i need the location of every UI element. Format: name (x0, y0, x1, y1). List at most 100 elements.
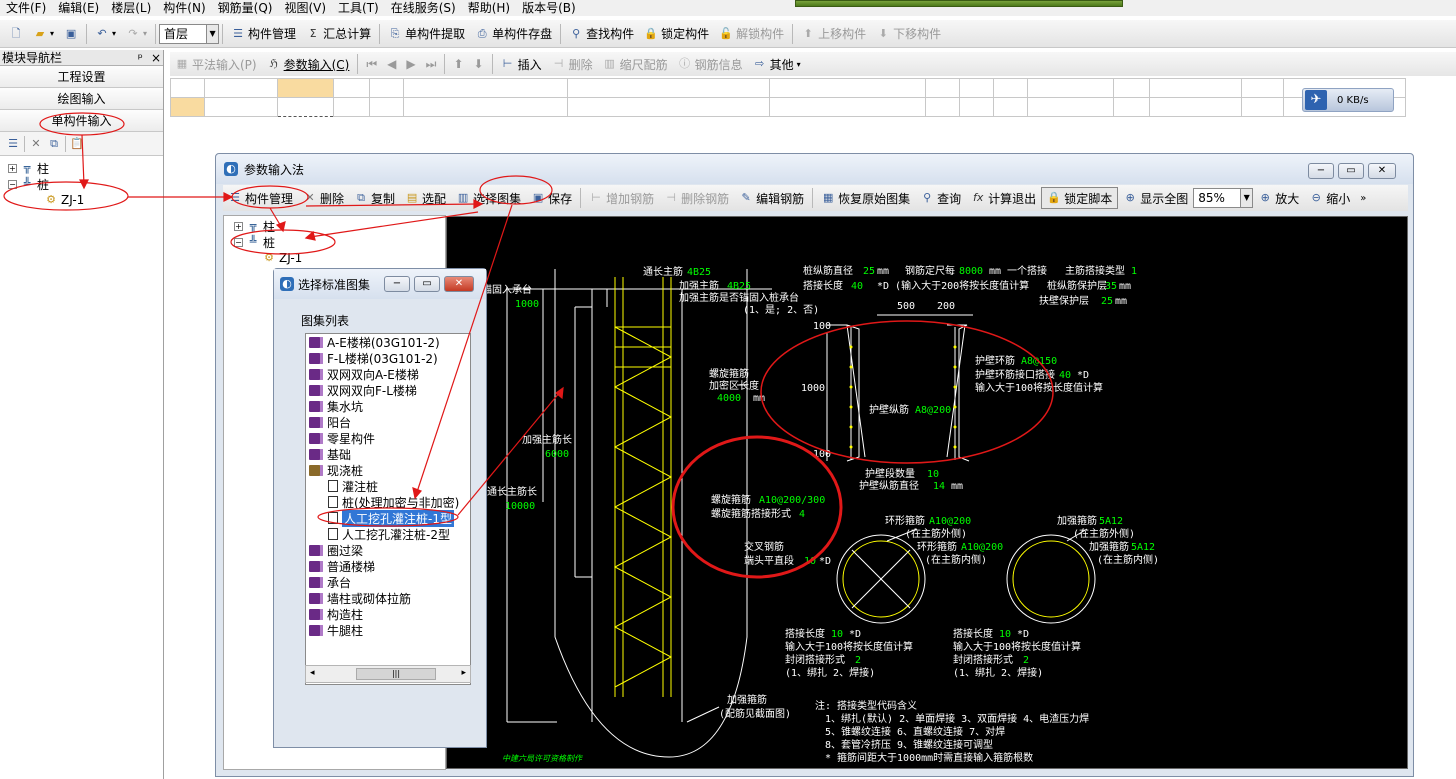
pw-tree-item-zj1[interactable]: ⚙ ZJ-1 (234, 250, 445, 266)
scroll-left-icon[interactable]: ◂ (310, 668, 315, 678)
new-file-button[interactable]: 🗋 (4, 23, 28, 45)
grid-cell[interactable] (769, 97, 926, 117)
atlas-list-item[interactable]: 墙柱或砌体拉筋 (306, 590, 470, 606)
floor-select[interactable]: 首层 ▼ (159, 23, 220, 44)
atlas-list[interactable]: A-E楼梯(03G101-2) F-L楼梯(03G101-2) 双网双向A-E楼梯双… (305, 333, 471, 685)
prev-button[interactable]: ◀ (382, 53, 401, 75)
menu-rebar-qty[interactable]: 钢筋量(Q) (212, 0, 279, 16)
pw-select-match-button[interactable]: ▤ 选配 (400, 187, 451, 209)
list-icon[interactable]: ☰ (6, 137, 20, 151)
grid-cell[interactable] (959, 78, 994, 98)
grid-cell[interactable] (333, 97, 370, 117)
grid-cell[interactable] (1149, 78, 1242, 98)
grid-cell[interactable] (369, 78, 404, 98)
atlas-list-item[interactable]: 牛腿柱 (306, 622, 470, 638)
grid-cell[interactable] (204, 97, 278, 117)
chevron-down-icon[interactable]: ▼ (1240, 189, 1253, 207)
grid-cell[interactable] (170, 97, 205, 117)
atlas-list-item[interactable]: 双网双向F-L楼梯 (306, 382, 470, 398)
network-speed-widget[interactable]: ✈ 0 KB/s (1302, 88, 1394, 112)
grid-cell[interactable] (925, 78, 960, 98)
grid-cell[interactable] (567, 78, 770, 98)
tree-item-pile[interactable]: − ╩ 桩 (8, 176, 163, 192)
last-button[interactable]: ⏭ (421, 53, 442, 75)
open-file-button[interactable]: ▰ ▾ (28, 23, 59, 45)
menu-help[interactable]: 帮助(H) (462, 0, 516, 16)
atlas-list-item[interactable]: 集水坑 (306, 398, 470, 414)
chevron-down-icon[interactable]: ▼ (206, 24, 219, 43)
grid-cell[interactable] (1113, 78, 1150, 98)
atlas-minimize-button[interactable]: − (384, 276, 410, 292)
menu-component[interactable]: 构件(N) (157, 0, 211, 16)
row-down-button[interactable]: ⬇ (469, 53, 489, 75)
menu-online[interactable]: 在线服务(S) (385, 0, 462, 16)
pw-show-all-button[interactable]: ⊕ 显示全图 (1118, 187, 1193, 209)
pw-zoom-in-button[interactable]: ⊕ 放大 (1253, 187, 1304, 209)
lock-component-button[interactable]: 🔒 锁定构件 (639, 23, 714, 45)
grid-cell[interactable] (277, 97, 334, 117)
atlas-list-item[interactable]: 灌注桩 (306, 478, 470, 494)
rebar-info-button[interactable]: ⓘ 钢筋信息 (673, 53, 748, 75)
atlas-list-item[interactable]: 桩(处理加密与非加密) (306, 494, 470, 510)
collapse-icon[interactable]: − (8, 179, 17, 189)
scroll-right-icon[interactable]: ▸ (461, 668, 466, 678)
grid-cell[interactable] (959, 97, 994, 117)
atlas-list-item[interactable]: F-L楼梯(03G101-2) (306, 350, 470, 366)
sum-calc-button[interactable]: Σ 汇总计算 (301, 23, 376, 45)
atlas-list-item[interactable]: 圈过梁 (306, 542, 470, 558)
plain-input-button[interactable]: ▦ 平法输入(P) (170, 53, 262, 75)
unlock-component-button[interactable]: 🔓 解锁构件 (714, 23, 789, 45)
grid-cell[interactable] (1149, 97, 1242, 117)
atlas-list-item[interactable]: 承台 (306, 574, 470, 590)
scale-rebar-button[interactable]: ▥ 缩尺配筋 (598, 53, 673, 75)
pw-zoom-out-button[interactable]: ⊖ 缩小 (1304, 187, 1355, 209)
pw-save-button[interactable]: ▣ 保存 (526, 187, 577, 209)
atlas-list-item[interactable]: 阳台 (306, 414, 470, 430)
expand-icon[interactable]: + (234, 221, 243, 231)
tree-item-zj1[interactable]: ⚙ ZJ-1 (8, 192, 163, 208)
menu-version[interactable]: 版本号(B) (516, 0, 582, 16)
pw-copy-button[interactable]: ⧉ 复制 (349, 187, 400, 209)
save-button[interactable]: ▣ (59, 23, 83, 45)
grid-cell[interactable] (993, 78, 1028, 98)
grid-cell[interactable] (993, 97, 1028, 117)
grid-cell[interactable] (369, 97, 404, 117)
pw-restore-button[interactable]: ▦ 恢复原始图集 (816, 187, 915, 209)
grid-cell[interactable] (1241, 78, 1284, 98)
pw-tree-item-column[interactable]: + ╦ 柱 (234, 218, 445, 234)
paste-icon[interactable]: 📋 (70, 137, 84, 151)
pw-tree-item-pile[interactable]: − ╩ 桩 (234, 234, 445, 250)
atlas-list-item[interactable]: 人工挖孔灌注桩-1型 (306, 509, 470, 527)
move-up-button[interactable]: ⬆ 上移构件 (796, 23, 871, 45)
first-button[interactable]: ⏮ (361, 53, 382, 75)
atlas-list-item[interactable]: 零星构件 (306, 430, 470, 446)
single-extract-button[interactable]: ⎘ 单构件提取 (383, 23, 470, 45)
grid-cell[interactable] (403, 97, 568, 117)
pw-lock-script-button[interactable]: 🔒 锁定脚本 (1041, 187, 1119, 209)
copy-icon[interactable]: ⧉ (47, 137, 61, 151)
pw-component-mgmt-button[interactable]: ☰ 构件管理 (223, 187, 298, 209)
menu-tools[interactable]: 工具(T) (332, 0, 385, 16)
pw-delete-button[interactable]: ✕ 删除 (298, 187, 349, 209)
redo-button[interactable]: ↷ ▾ (121, 23, 152, 45)
pw-calc-exit-button[interactable]: fx 计算退出 (966, 187, 1041, 209)
atlas-hscrollbar[interactable]: ◂ ||| ▸ (305, 665, 471, 683)
other-dropdown[interactable]: ⇨ 其他 ▾ (748, 53, 806, 75)
scroll-thumb[interactable]: ||| (356, 668, 436, 680)
undo-button[interactable]: ↶ ▾ (90, 23, 121, 45)
atlas-list-item[interactable]: 普通楼梯 (306, 558, 470, 574)
pw-query-button[interactable]: ⚲ 查询 (915, 187, 966, 209)
grid-cell[interactable] (170, 78, 205, 98)
collapse-icon[interactable]: − (234, 237, 243, 247)
delete-icon[interactable]: ✕ (29, 137, 43, 151)
grid-cell[interactable] (925, 97, 960, 117)
menu-floor[interactable]: 楼层(L) (105, 0, 157, 16)
pin-icon[interactable]: ᵖ (138, 51, 143, 65)
menu-file[interactable]: 文件(F) (0, 0, 52, 16)
atlas-list-item[interactable]: A-E楼梯(03G101-2) (306, 334, 470, 350)
pw-select-atlas-button[interactable]: ▥ 选择图集 (451, 187, 526, 209)
drawing-canvas[interactable]: 锚固入承台 1000 通长主筋 4B25 加强主筋 4B25 加强主筋是否锚固入… (446, 216, 1408, 769)
grid-cell[interactable] (1241, 97, 1284, 117)
grid-cell[interactable] (1027, 97, 1114, 117)
atlas-list-item[interactable]: 构造柱 (306, 606, 470, 622)
